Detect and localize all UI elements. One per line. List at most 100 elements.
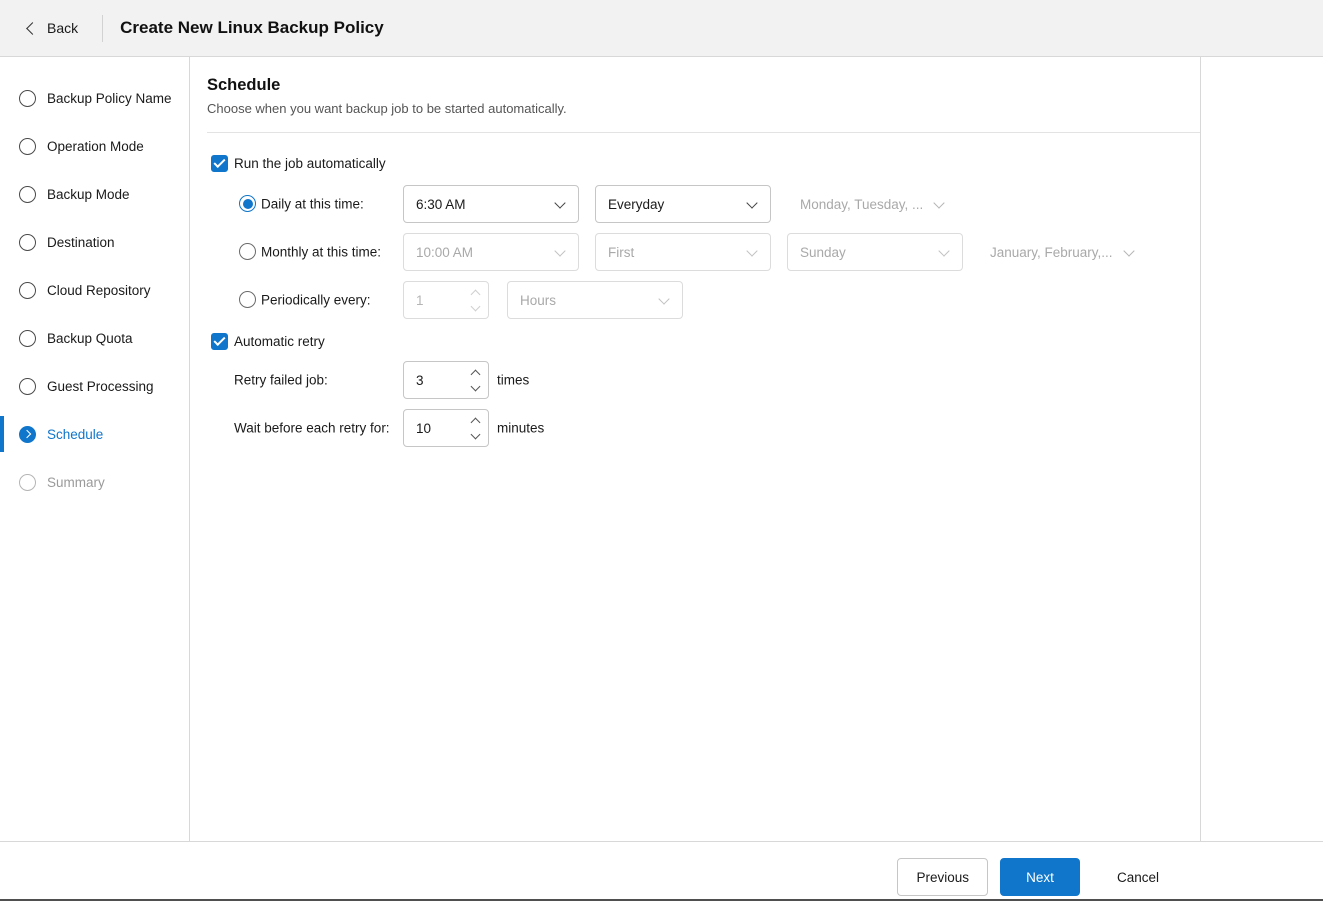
spinner-arrows <box>470 289 481 311</box>
periodically-unit-select: Hours <box>507 281 683 319</box>
chevron-down-icon <box>933 196 945 209</box>
retry-wait-spinner[interactable]: 10 <box>403 409 489 447</box>
periodically-row: Periodically every: 1 Hours <box>191 281 1200 319</box>
sidebar-item-backup-policy-name[interactable]: Backup Policy Name <box>0 74 189 122</box>
spinner-up-icon <box>470 289 481 299</box>
step-label: Backup Mode <box>47 186 130 202</box>
run-job-label[interactable]: Run the job automatically <box>234 156 386 171</box>
sidebar-item-backup-mode[interactable]: Backup Mode <box>0 170 189 218</box>
chevron-down-icon <box>554 196 566 209</box>
step-circle-icon <box>19 89 36 107</box>
section-subtitle: Choose when you want backup job to be st… <box>207 101 567 116</box>
sidebar-item-cloud-repository[interactable]: Cloud Repository <box>0 266 189 314</box>
retry-count-value: 3 <box>416 372 424 388</box>
cancel-button[interactable]: Cancel <box>1098 858 1178 896</box>
section-divider <box>207 132 1200 133</box>
chevron-right-icon <box>22 429 31 439</box>
schedule-form: Run the job automatically Daily at this … <box>191 153 1200 447</box>
monthly-weekday-select: Sunday <box>787 233 963 271</box>
sidebar-item-destination[interactable]: Destination <box>0 218 189 266</box>
daily-time-value: 6:30 AM <box>416 196 466 212</box>
retry-wait-label: Wait before each retry for: <box>234 420 390 436</box>
header: Back Create New Linux Backup Policy <box>0 0 1323 57</box>
wizard-steps-sidebar: Backup Policy Name Operation Mode Backup… <box>0 57 190 841</box>
chevron-down-icon <box>554 244 566 257</box>
daily-frequency-select[interactable]: Everyday <box>595 185 771 223</box>
step-label: Summary <box>47 474 105 490</box>
footer: Previous Next Cancel <box>0 841 1323 899</box>
header-divider <box>102 14 104 42</box>
back-label: Back <box>47 20 79 36</box>
monthly-months-value: January, February,... <box>990 244 1113 260</box>
daily-radio[interactable] <box>239 195 256 212</box>
run-job-row: Run the job automatically <box>191 153 1200 173</box>
step-circle-icon <box>19 329 36 347</box>
monthly-label[interactable]: Monthly at this time: <box>261 245 381 260</box>
retry-wait-row: Wait before each retry for: 10 minutes <box>191 409 1200 447</box>
check-icon <box>213 155 226 169</box>
create-backup-policy-window: Back Create New Linux Backup Policy Back… <box>0 0 1323 907</box>
monthly-weekday-value: Sunday <box>800 244 846 260</box>
spinner-up-icon <box>470 369 481 379</box>
chevron-down-icon <box>746 196 758 209</box>
check-icon <box>213 333 226 347</box>
step-circle-icon <box>19 377 36 395</box>
step-label: Backup Quota <box>47 330 133 346</box>
daily-label[interactable]: Daily at this time: <box>261 197 364 212</box>
step-circle-icon <box>19 185 36 203</box>
daily-frequency-value: Everyday <box>608 196 665 212</box>
spinner-down-icon <box>470 301 481 311</box>
sidebar-item-operation-mode[interactable]: Operation Mode <box>0 122 189 170</box>
back-button[interactable]: Back <box>0 20 78 36</box>
section-title: Schedule <box>207 76 281 94</box>
monthly-row: Monthly at this time: 10:00 AM First Sun… <box>191 233 1200 271</box>
step-label: Operation Mode <box>47 138 144 154</box>
monthly-ordinal-value: First <box>608 244 635 260</box>
main-panel: Schedule Choose when you want backup job… <box>191 57 1201 841</box>
periodically-value-spinner: 1 <box>403 281 489 319</box>
page-title: Create New Linux Backup Policy <box>120 18 384 37</box>
step-label: Guest Processing <box>47 378 154 394</box>
chevron-down-icon <box>746 244 758 257</box>
next-button[interactable]: Next <box>999 858 1080 896</box>
monthly-radio[interactable] <box>239 243 256 260</box>
sidebar-item-summary: Summary <box>0 458 189 506</box>
automatic-retry-row: Automatic retry <box>191 331 1200 351</box>
retry-count-suffix: times <box>497 372 530 388</box>
chevron-down-icon <box>658 292 670 305</box>
window-bottom-edge <box>0 899 1323 901</box>
periodically-value: 1 <box>416 292 424 308</box>
step-label: Schedule <box>47 426 104 442</box>
step-circle-active-icon <box>19 425 36 443</box>
automatic-retry-checkbox[interactable] <box>211 332 228 350</box>
retry-count-spinner[interactable]: 3 <box>403 361 489 399</box>
spinner-down-icon <box>470 429 481 439</box>
retry-wait-value: 10 <box>416 420 432 436</box>
spinner-up-icon <box>470 417 481 427</box>
step-label: Backup Policy Name <box>47 90 172 106</box>
daily-time-select[interactable]: 6:30 AM <box>403 185 579 223</box>
section-header: Schedule Choose when you want backup job… <box>191 57 1200 116</box>
periodically-radio[interactable] <box>239 291 256 308</box>
monthly-time-select: 10:00 AM <box>403 233 579 271</box>
sidebar-item-guest-processing[interactable]: Guest Processing <box>0 362 189 410</box>
run-job-checkbox[interactable] <box>211 154 228 172</box>
periodically-label[interactable]: Periodically every: <box>261 293 371 308</box>
daily-row: Daily at this time: 6:30 AM Everyday Mon… <box>191 185 1200 223</box>
step-circle-icon <box>19 233 36 251</box>
periodically-unit-value: Hours <box>520 292 557 308</box>
monthly-months-select: January, February,... <box>990 233 1135 271</box>
retry-count-row: Retry failed job: 3 times <box>191 361 1200 399</box>
spinner-down-icon <box>470 381 481 391</box>
sidebar-item-schedule[interactable]: Schedule <box>0 410 189 458</box>
step-circle-icon <box>19 281 36 299</box>
automatic-retry-label[interactable]: Automatic retry <box>234 334 325 349</box>
step-label: Destination <box>47 234 115 250</box>
spinner-arrows[interactable] <box>470 369 481 391</box>
spinner-arrows[interactable] <box>470 417 481 439</box>
daily-days-value: Monday, Tuesday, ... <box>800 196 924 212</box>
step-circle-icon <box>19 473 36 491</box>
previous-button[interactable]: Previous <box>897 858 988 896</box>
chevron-left-icon <box>26 21 39 35</box>
sidebar-item-backup-quota[interactable]: Backup Quota <box>0 314 189 362</box>
